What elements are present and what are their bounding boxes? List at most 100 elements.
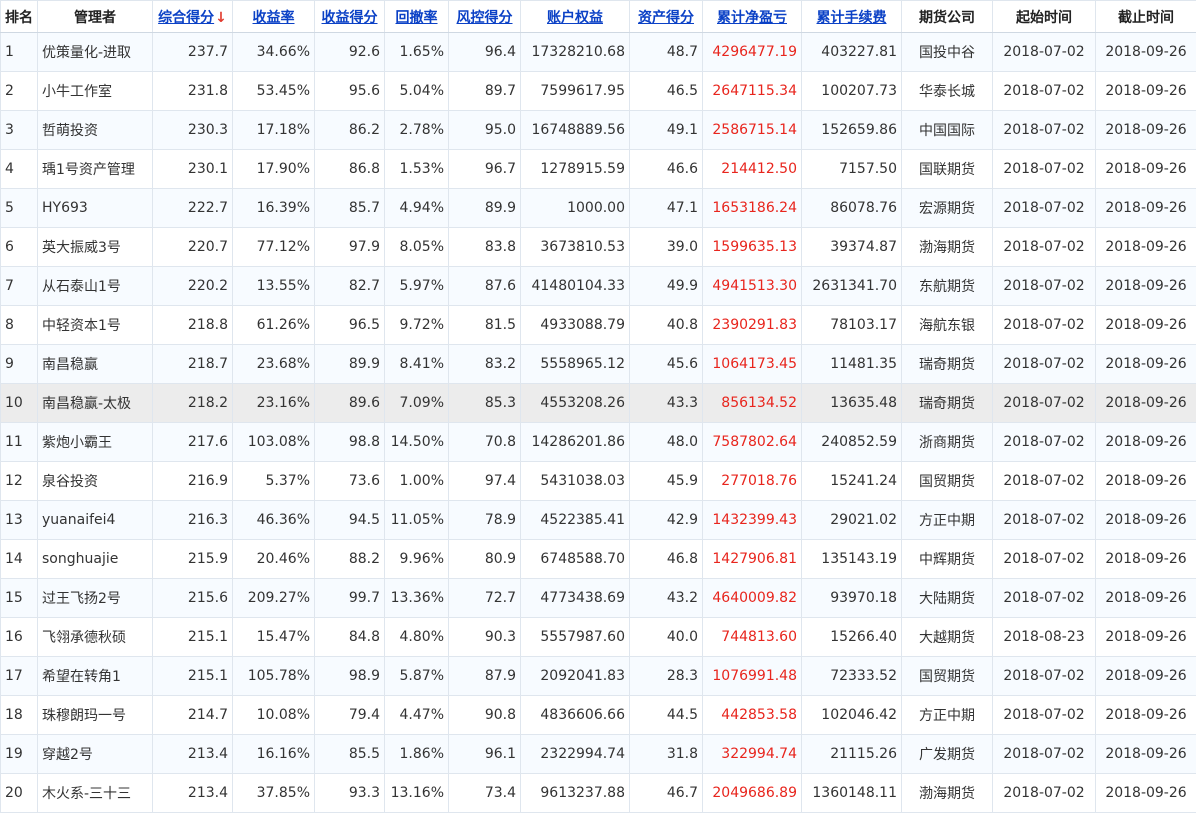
end-date-cell: 2018-09-26 xyxy=(1096,423,1196,462)
header-start: 起始时间 xyxy=(993,1,1096,33)
drawdown-cell: 11.05% xyxy=(385,501,449,540)
net-pnl-cell: 277018.76 xyxy=(703,462,802,501)
equity-cell: 6748588.70 xyxy=(521,540,630,579)
manager-cell[interactable]: 希望在转角1 xyxy=(38,657,153,696)
table-row[interactable]: 3哲萌投资230.317.18%86.22.78%95.016748889.56… xyxy=(1,111,1196,150)
manager-cell[interactable]: 小牛工作室 xyxy=(38,72,153,111)
table-row[interactable]: 16飞翎承德秋硕215.115.47%84.84.80%90.35557987.… xyxy=(1,618,1196,657)
sort-return-rate-link[interactable]: 收益率 xyxy=(253,10,295,26)
manager-cell[interactable]: 木火系-三十三 xyxy=(38,774,153,813)
company-cell: 大陆期货 xyxy=(902,579,993,618)
manager-cell[interactable]: 南昌稳赢 xyxy=(38,345,153,384)
rank-cell: 16 xyxy=(1,618,38,657)
fees-cell: 2631341.70 xyxy=(802,267,902,306)
drawdown-cell: 13.36% xyxy=(385,579,449,618)
net-pnl-cell: 856134.52 xyxy=(703,384,802,423)
header-return-rate[interactable]: 收益率 xyxy=(233,1,315,33)
manager-cell[interactable]: 哲萌投资 xyxy=(38,111,153,150)
header-asset-score[interactable]: 资产得分 xyxy=(630,1,703,33)
sort-asset-score-link[interactable]: 资产得分 xyxy=(638,10,694,26)
header-fees[interactable]: 累计手续费 xyxy=(802,1,902,33)
manager-cell[interactable]: 紫炮小霸王 xyxy=(38,423,153,462)
sort-score-link[interactable]: 综合得分 xyxy=(158,10,214,26)
table-row[interactable]: 9南昌稳赢218.723.68%89.98.41%83.25558965.124… xyxy=(1,345,1196,384)
risk-score-cell: 95.0 xyxy=(449,111,521,150)
manager-cell[interactable]: 泉谷投资 xyxy=(38,462,153,501)
sort-return-score-link[interactable]: 收益得分 xyxy=(322,10,378,26)
end-date-cell: 2018-09-26 xyxy=(1096,735,1196,774)
end-date-cell: 2018-09-26 xyxy=(1096,33,1196,72)
manager-cell[interactable]: 珠穆朗玛一号 xyxy=(38,696,153,735)
end-date-cell: 2018-09-26 xyxy=(1096,189,1196,228)
risk-score-cell: 80.9 xyxy=(449,540,521,579)
manager-cell[interactable]: songhuajie xyxy=(38,540,153,579)
table-row[interactable]: 4瑀1号资产管理230.117.90%86.81.53%96.71278915.… xyxy=(1,150,1196,189)
table-row[interactable]: 14songhuajie215.920.46%88.29.96%80.96748… xyxy=(1,540,1196,579)
manager-cell[interactable]: yuanaifei4 xyxy=(38,501,153,540)
return-score-cell: 98.9 xyxy=(315,657,385,696)
header-equity[interactable]: 账户权益 xyxy=(521,1,630,33)
header-manager-label: 管理者 xyxy=(74,10,116,26)
header-net-pnl[interactable]: 累计净盈亏 xyxy=(703,1,802,33)
table-row[interactable]: 13yuanaifei4216.346.36%94.511.05%78.9452… xyxy=(1,501,1196,540)
table-row[interactable]: 5HY693222.716.39%85.74.94%89.91000.0047.… xyxy=(1,189,1196,228)
return-rate-cell: 15.47% xyxy=(233,618,315,657)
company-cell: 大越期货 xyxy=(902,618,993,657)
header-risk-score[interactable]: 风控得分 xyxy=(449,1,521,33)
risk-score-cell: 96.4 xyxy=(449,33,521,72)
table-row[interactable]: 7从石泰山1号220.213.55%82.75.97%87.641480104.… xyxy=(1,267,1196,306)
equity-cell: 1000.00 xyxy=(521,189,630,228)
sort-risk-score-link[interactable]: 风控得分 xyxy=(457,10,513,26)
manager-cell[interactable]: 英大振威3号 xyxy=(38,228,153,267)
table-row[interactable]: 1优策量化-进取237.734.66%92.61.65%96.417328210… xyxy=(1,33,1196,72)
sort-down-icon[interactable]: ↓ xyxy=(215,10,227,26)
table-row[interactable]: 11紫炮小霸王217.6103.08%98.814.50%70.81428620… xyxy=(1,423,1196,462)
score-cell: 218.7 xyxy=(153,345,233,384)
start-date-cell: 2018-07-02 xyxy=(993,696,1096,735)
table-row[interactable]: 20木火系-三十三213.437.85%93.313.16%73.4961323… xyxy=(1,774,1196,813)
sort-drawdown-link[interactable]: 回撤率 xyxy=(396,10,438,26)
sort-net-pnl-link[interactable]: 累计净盈亏 xyxy=(717,10,787,26)
sort-equity-link[interactable]: 账户权益 xyxy=(547,10,603,26)
manager-cell[interactable]: 瑀1号资产管理 xyxy=(38,150,153,189)
drawdown-cell: 9.72% xyxy=(385,306,449,345)
manager-cell[interactable]: 飞翎承德秋硕 xyxy=(38,618,153,657)
header-score[interactable]: 综合得分↓ xyxy=(153,1,233,33)
table-row[interactable]: 6英大振威3号220.777.12%97.98.05%83.83673810.5… xyxy=(1,228,1196,267)
return-rate-cell: 53.45% xyxy=(233,72,315,111)
table-row[interactable]: 10南昌稳赢-太极218.223.16%89.67.09%85.34553208… xyxy=(1,384,1196,423)
table-row[interactable]: 2小牛工作室231.853.45%95.65.04%89.77599617.95… xyxy=(1,72,1196,111)
net-pnl-cell: 1653186.24 xyxy=(703,189,802,228)
end-date-cell: 2018-09-26 xyxy=(1096,774,1196,813)
return-rate-cell: 5.37% xyxy=(233,462,315,501)
drawdown-cell: 13.16% xyxy=(385,774,449,813)
table-row[interactable]: 18珠穆朗玛一号214.710.08%79.44.47%90.84836606.… xyxy=(1,696,1196,735)
score-cell: 230.3 xyxy=(153,111,233,150)
header-return-score[interactable]: 收益得分 xyxy=(315,1,385,33)
sort-fees-link[interactable]: 累计手续费 xyxy=(817,10,887,26)
manager-cell[interactable]: HY693 xyxy=(38,189,153,228)
manager-cell[interactable]: 优策量化-进取 xyxy=(38,33,153,72)
drawdown-cell: 1.53% xyxy=(385,150,449,189)
company-cell: 渤海期货 xyxy=(902,228,993,267)
header-drawdown[interactable]: 回撤率 xyxy=(385,1,449,33)
manager-cell[interactable]: 南昌稳赢-太极 xyxy=(38,384,153,423)
table-row[interactable]: 19穿越2号213.416.16%85.51.86%96.12322994.74… xyxy=(1,735,1196,774)
manager-cell[interactable]: 中轻资本1号 xyxy=(38,306,153,345)
rank-cell: 7 xyxy=(1,267,38,306)
table-row[interactable]: 17希望在转角1215.1105.78%98.95.87%87.92092041… xyxy=(1,657,1196,696)
table-row[interactable]: 15过王飞扬2号215.6209.27%99.713.36%72.7477343… xyxy=(1,579,1196,618)
start-date-cell: 2018-07-02 xyxy=(993,111,1096,150)
company-cell: 浙商期货 xyxy=(902,423,993,462)
header-company: 期货公司 xyxy=(902,1,993,33)
table-row[interactable]: 8中轻资本1号218.861.26%96.59.72%81.54933088.7… xyxy=(1,306,1196,345)
manager-cell[interactable]: 从石泰山1号 xyxy=(38,267,153,306)
table-row[interactable]: 12泉谷投资216.95.37%73.61.00%97.45431038.034… xyxy=(1,462,1196,501)
manager-cell[interactable]: 穿越2号 xyxy=(38,735,153,774)
risk-score-cell: 90.3 xyxy=(449,618,521,657)
net-pnl-cell: 4941513.30 xyxy=(703,267,802,306)
equity-cell: 5558965.12 xyxy=(521,345,630,384)
risk-score-cell: 70.8 xyxy=(449,423,521,462)
rank-cell: 3 xyxy=(1,111,38,150)
manager-cell[interactable]: 过王飞扬2号 xyxy=(38,579,153,618)
